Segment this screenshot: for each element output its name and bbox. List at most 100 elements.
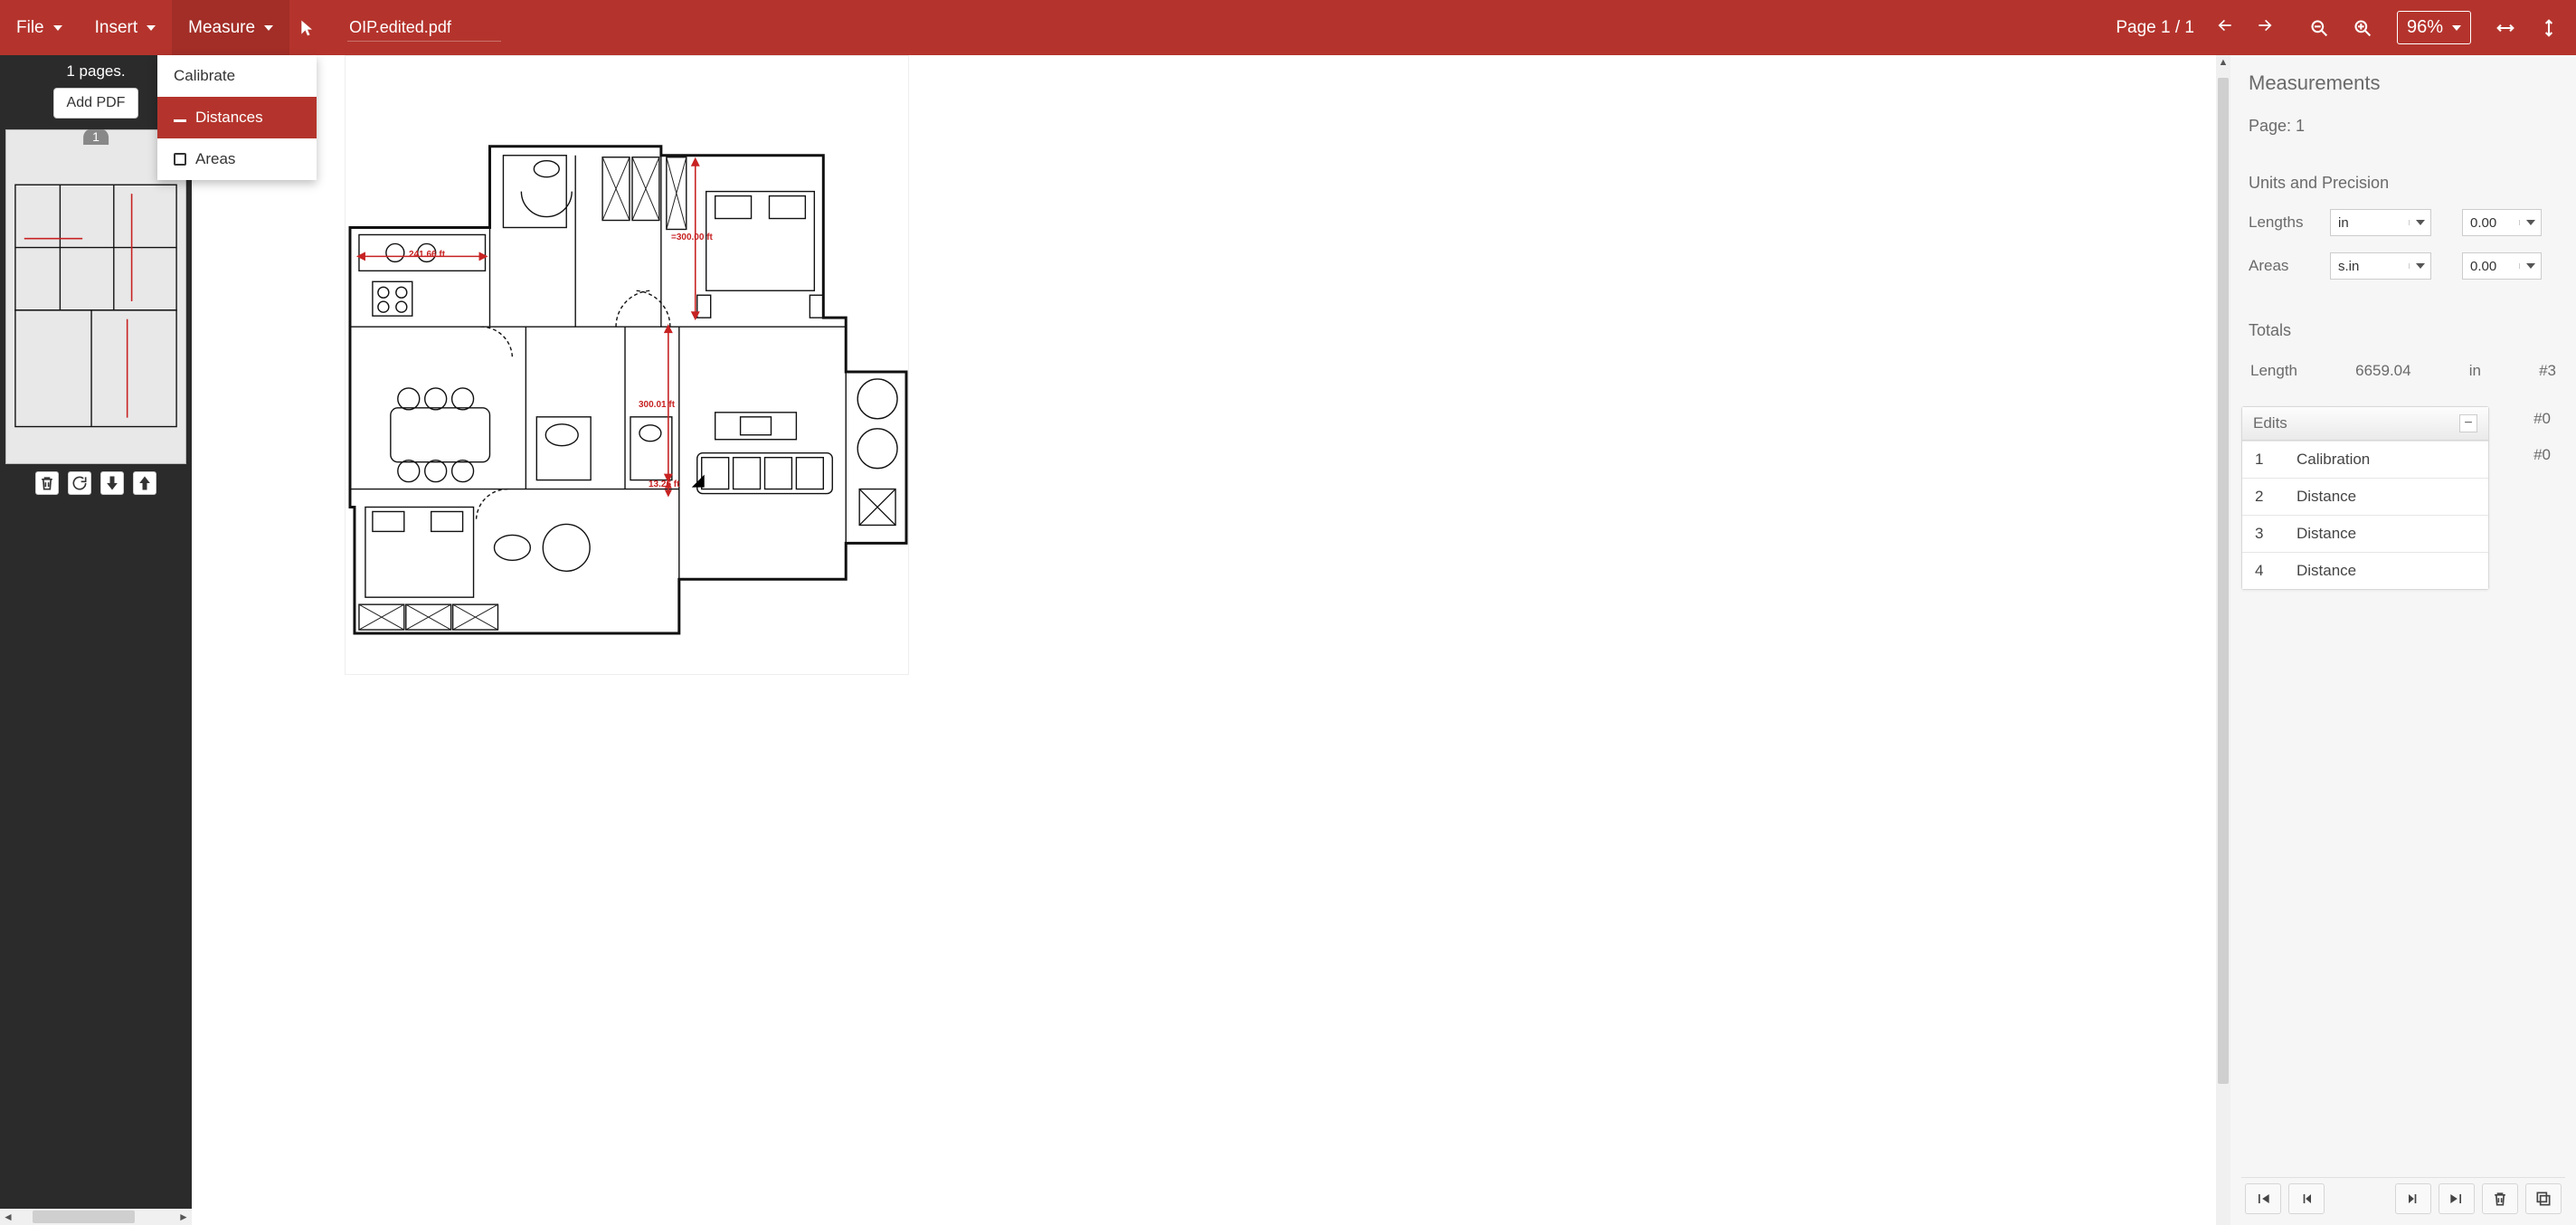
trash-icon [2491,1190,2509,1208]
menu-measure[interactable]: Measure [172,0,289,55]
dropdown-distances[interactable]: Distances [157,97,317,138]
zoom-out-icon [2310,19,2328,37]
caret-down-icon [2519,263,2541,269]
line-icon [174,119,186,122]
caret-down-icon [2409,220,2430,225]
zoom-out-button[interactable] [2310,19,2328,37]
fit-height-button[interactable] [2540,19,2558,37]
dropdown-calibrate-label: Calibrate [174,67,235,85]
duplicate-edit-button[interactable] [2525,1183,2562,1214]
scroll-handle[interactable] [33,1211,135,1223]
fit-width-button[interactable] [2496,19,2514,37]
dimension-label: =300.00 ft [671,233,713,242]
thumb-page-number: 1 [83,129,109,145]
thumbnail-art [6,130,185,463]
edits-nav [2241,1177,2565,1220]
edits-title: Edits [2253,414,2287,432]
panel-title: Measurements [2249,71,2558,95]
page-indicator: Page 1 / 1 [2116,18,2194,38]
arrow-right-icon [2256,16,2274,34]
edit-row[interactable]: 1 Calibration [2242,441,2488,478]
arrow-left-icon [2216,16,2234,34]
cursor-icon [298,19,317,37]
square-icon [174,153,186,166]
dropdown-areas[interactable]: Areas [157,138,317,180]
move-down-button[interactable] [100,471,124,495]
zoom-select[interactable]: 96% [2397,11,2471,44]
caret-down-icon [2452,25,2461,31]
trash-icon [38,474,56,492]
top-toolbar: File Insert Measure OIP.edited.pdf Page … [0,0,2576,55]
page-navigation: Page 1 / 1 [2116,16,2274,40]
edit-row[interactable]: 4 Distance [2242,552,2488,589]
areas-precision-select[interactable]: 0.00 [2462,252,2542,280]
skip-last-icon [2448,1190,2466,1208]
menu-insert-label: Insert [95,18,138,38]
zoom-in-button[interactable] [2353,19,2372,37]
step-forward-icon [2404,1190,2422,1208]
prev-edit-button[interactable] [2288,1183,2325,1214]
edit-row[interactable]: 2 Distance [2242,478,2488,515]
menu-measure-label: Measure [188,18,255,38]
lengths-unit-select[interactable]: in [2330,209,2431,236]
pointer-tool[interactable] [289,19,326,37]
delete-edit-button[interactable] [2482,1183,2518,1214]
skip-first-icon [2254,1190,2272,1208]
edit-number: 4 [2255,562,2297,580]
filename-input[interactable]: OIP.edited.pdf [347,14,501,42]
caret-down-icon [2519,220,2541,225]
edits-panel: Edits − 1 Calibration 2 Distance 3 Dista… [2241,406,2489,590]
areas-unit-select[interactable]: s.in [2330,252,2431,280]
arrow-down-icon [103,474,121,492]
filename-text: OIP.edited.pdf [349,18,451,36]
thumbnail-tools [5,464,186,502]
delete-page-button[interactable] [35,471,59,495]
next-edit-button[interactable] [2395,1183,2431,1214]
scroll-up-icon[interactable]: ▲ [2216,55,2230,70]
rotate-icon [71,474,89,492]
collapse-edits-button[interactable]: − [2459,414,2477,432]
edit-label: Distance [2297,488,2356,506]
lengths-precision-select[interactable]: 0.00 [2462,209,2542,236]
scroll-right-icon[interactable]: ► [175,1211,192,1223]
page-view[interactable]: =300.00 ft 241.66 ft 300.01 ft 13.26 ft [345,55,909,675]
rotate-page-button[interactable] [68,471,91,495]
measure-dropdown: Calibrate Distances Areas [157,55,317,180]
zoom-value: 96% [2407,17,2443,38]
copy-icon [2534,1190,2552,1208]
caret-down-icon [264,25,273,31]
next-page-button[interactable] [2256,16,2274,40]
side-counts: #0 #0 [2533,401,2551,473]
menu-insert[interactable]: Insert [79,0,173,55]
menu-file[interactable]: File [0,0,79,55]
edit-row[interactable]: 3 Distance [2242,515,2488,552]
edit-number: 3 [2255,525,2297,543]
move-up-button[interactable] [133,471,156,495]
areas-precision-value: 0.00 [2463,259,2519,274]
count-row: #0 [2533,401,2551,437]
edit-label: Distance [2297,525,2356,543]
first-edit-button[interactable] [2245,1183,2281,1214]
areas-label: Areas [2249,257,2330,275]
dimension-label: 241.66 ft [409,250,445,260]
lengths-unit-value: in [2331,215,2409,231]
last-edit-button[interactable] [2439,1183,2475,1214]
dimension-label: 300.01 ft [639,400,675,410]
fit-width-icon [2496,19,2514,37]
scroll-left-icon[interactable]: ◄ [0,1211,16,1223]
edit-label: Calibration [2297,451,2370,469]
panel-page-label: Page: 1 [2249,117,2558,136]
totals-section-title: Totals [2249,321,2558,340]
caret-down-icon [147,25,156,31]
dropdown-calibrate[interactable]: Calibrate [157,55,317,97]
add-pdf-button[interactable]: Add PDF [53,88,139,119]
add-pdf-label: Add PDF [67,95,126,110]
floorplan-art [346,56,908,674]
scroll-handle[interactable] [2218,78,2229,1084]
edit-label: Distance [2297,562,2356,580]
edits-list: 1 Calibration 2 Distance 3 Distance 4 Di… [2242,441,2488,589]
thumb-scrollbar[interactable]: ◄ ► [0,1209,192,1225]
prev-page-button[interactable] [2216,16,2234,40]
totals-length-label: Length [2250,362,2297,380]
canvas-scrollbar[interactable]: ▲ [2216,55,2230,1225]
